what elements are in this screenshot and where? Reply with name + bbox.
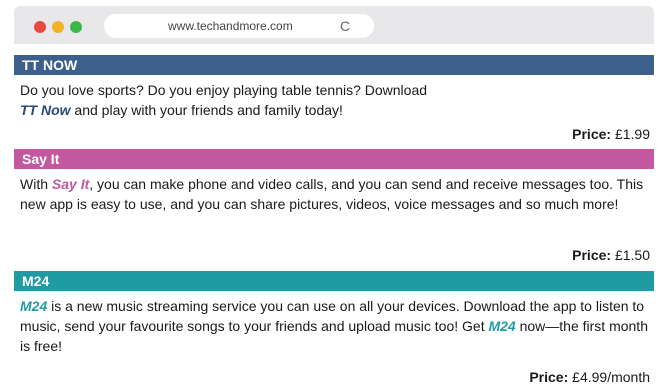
- app-description-say-it: With Say It, you can make phone and vide…: [20, 174, 650, 214]
- price-value: £1.99: [614, 126, 650, 142]
- price-value: £1.50: [614, 247, 650, 263]
- price-label: Price:: [572, 126, 612, 142]
- app-title: TT NOW: [22, 57, 78, 73]
- price-m24: Price: £4.99/month: [529, 368, 650, 386]
- app-brand-name: Say It: [51, 176, 90, 192]
- price-tt-now: Price: £1.99: [572, 125, 650, 143]
- app-header-m24: M24: [14, 271, 654, 291]
- app-description-tt-now: Do you love sports? Do you enjoy playing…: [20, 80, 650, 120]
- price-label: Price:: [529, 369, 569, 385]
- app-brand-name: M24: [20, 298, 48, 314]
- app-title: Say It: [22, 151, 60, 167]
- description-text: , you can make phone and video calls, an…: [20, 176, 644, 212]
- price-value: £4.99/month: [572, 369, 650, 385]
- price-say-it: Price: £1.50: [572, 246, 650, 264]
- app-description-m24: M24 is a new music streaming service you…: [20, 296, 650, 356]
- app-header-say-it: Say It: [14, 149, 654, 169]
- description-text: and play with your friends and family to…: [70, 102, 343, 118]
- app-title: M24: [22, 273, 50, 289]
- maximize-window-button[interactable]: [70, 21, 82, 33]
- reload-icon[interactable]: C: [340, 14, 350, 38]
- description-text: With: [20, 176, 52, 192]
- app-brand-name: TT Now: [20, 102, 71, 118]
- app-brand-name: M24: [488, 318, 516, 334]
- price-label: Price:: [572, 247, 612, 263]
- description-text: Do you love sports? Do you enjoy playing…: [20, 82, 428, 98]
- url-text: www.techandmore.com: [168, 19, 293, 33]
- minimize-window-button[interactable]: [52, 21, 64, 33]
- address-bar[interactable]: www.techandmore.com C: [104, 14, 374, 38]
- close-window-button[interactable]: [34, 21, 46, 33]
- app-header-tt-now: TT NOW: [14, 55, 654, 75]
- browser-toolbar: www.techandmore.com C: [14, 6, 654, 44]
